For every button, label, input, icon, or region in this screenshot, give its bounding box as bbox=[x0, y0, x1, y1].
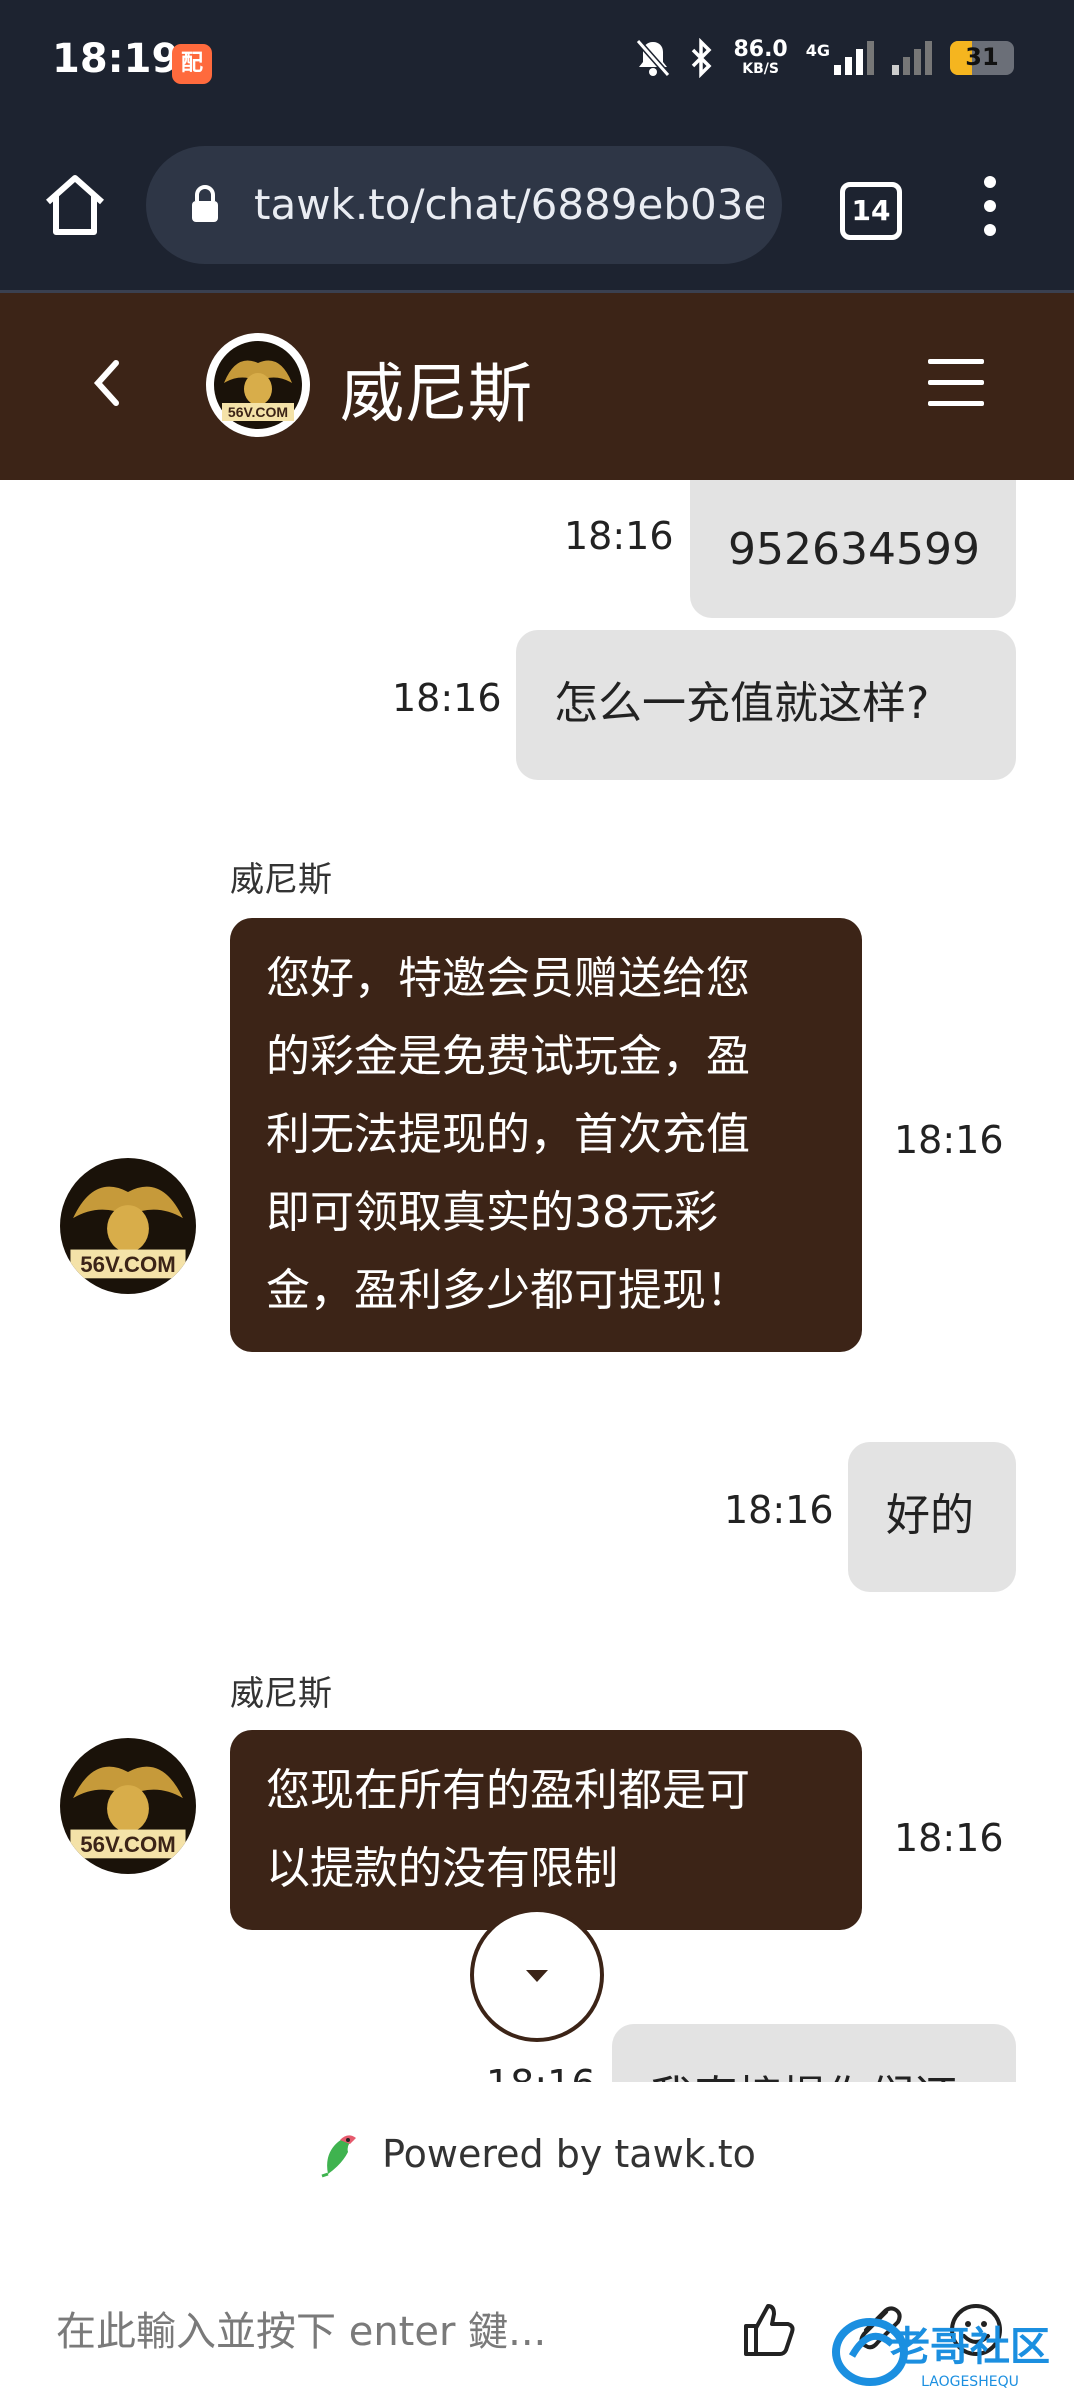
agent-message-line: 的彩金是免费试玩金，盈 bbox=[266, 1031, 750, 1082]
signal-bars-secondary-icon bbox=[892, 41, 932, 75]
agent-message-line: 即可领取真实的38元彩 bbox=[266, 1187, 718, 1238]
tawk-parrot-icon bbox=[321, 2135, 357, 2178]
signal-bars-icon bbox=[834, 41, 874, 75]
agent-name: 威尼斯 bbox=[230, 860, 332, 900]
network-speed-value: 86.0 bbox=[733, 37, 788, 62]
network-type: 4G bbox=[805, 41, 830, 60]
user-message: 好的 bbox=[848, 1442, 1016, 1592]
message-time: 18:16 bbox=[894, 1118, 1004, 1162]
user-message: 怎么一充值就这样? bbox=[516, 630, 1016, 780]
bluetooth-icon bbox=[692, 38, 712, 78]
watermark-text: 老哥社区 bbox=[890, 2324, 1050, 2370]
tab-count-button[interactable]: 14 bbox=[840, 182, 902, 240]
powered-by[interactable]: Powered by tawk.to bbox=[0, 2130, 1074, 2187]
browser-toolbar: tawk.to/chat/6889eb03e0 14 bbox=[0, 130, 1074, 293]
hamburger-menu-icon[interactable] bbox=[928, 359, 984, 409]
url-text: tawk.to/chat/6889eb03e0 bbox=[254, 180, 764, 229]
status-bar: 18:19 配 86.0 KB/S 4G 31 bbox=[0, 0, 1074, 130]
message-time: 18:16 bbox=[894, 1816, 1004, 1860]
message-input[interactable] bbox=[54, 2296, 698, 2368]
lion-logo-icon: 56V.COM bbox=[60, 1738, 196, 1874]
network-speed: 86.0 KB/S bbox=[733, 37, 788, 78]
battery-icon: 31 bbox=[950, 41, 1014, 75]
message-list[interactable]: 18:16 952634599 18:16 怎么一充值就这样? 威尼斯 56V.… bbox=[0, 480, 1074, 2082]
chat-title: 威尼斯 bbox=[340, 358, 532, 432]
agent-avatar-text: 56V.COM bbox=[80, 1832, 176, 1857]
header-avatar: 56V.COM bbox=[206, 333, 310, 437]
agent-message-line: 您好，特邀会员赠送给您 bbox=[266, 953, 750, 1004]
agent-name: 威尼斯 bbox=[230, 1674, 332, 1714]
agent-avatar: 56V.COM bbox=[60, 1158, 196, 1294]
battery-level: 31 bbox=[965, 43, 999, 71]
agent-message-line: 金，盈利多少都可提现！ bbox=[266, 1265, 750, 1316]
caret-down-icon bbox=[526, 1970, 548, 1982]
signal-4g: 4G bbox=[806, 41, 874, 75]
agent-message-line: 您现在所有的盈利都是可 bbox=[266, 1765, 750, 1816]
status-time: 18:19 bbox=[52, 36, 180, 82]
watermark-logo: 老哥社区 LAOGESHEQU bbox=[832, 2318, 1050, 2390]
user-message: 952634599 bbox=[690, 480, 1016, 618]
message-time: 18:16 bbox=[564, 514, 674, 558]
back-arrow-icon[interactable] bbox=[86, 353, 126, 413]
agent-message: 您现在所有的盈利都是可 以提款的没有限制 bbox=[230, 1730, 862, 1930]
lion-logo-icon: 56V.COM bbox=[60, 1158, 196, 1294]
scroll-to-bottom-button[interactable] bbox=[470, 1908, 604, 2042]
agent-avatar: 56V.COM bbox=[60, 1738, 196, 1874]
message-time: 18:16 bbox=[724, 1488, 834, 1532]
browser-menu-icon[interactable] bbox=[980, 176, 1000, 246]
chat-header: 56V.COM 威尼斯 bbox=[0, 293, 1074, 480]
message-time: 18:16 bbox=[392, 676, 502, 720]
powered-by-text: Powered by tawk.to bbox=[382, 2132, 756, 2176]
notification-app-icon: 配 bbox=[172, 44, 212, 84]
address-bar[interactable]: tawk.to/chat/6889eb03e0 bbox=[146, 146, 782, 264]
header-avatar-text: 56V.COM bbox=[228, 404, 288, 420]
agent-avatar-text: 56V.COM bbox=[80, 1252, 176, 1277]
agent-message-line: 以提款的没有限制 bbox=[266, 1843, 618, 1894]
user-message: 我直接提你们还 bbox=[612, 2024, 1016, 2082]
agent-message: 您好，特邀会员赠送给您 的彩金是免费试玩金，盈 利无法提现的，首次充值 即可领取… bbox=[230, 918, 862, 1352]
watermark-subtext: LAOGESHEQU bbox=[921, 2374, 1019, 2390]
lion-logo-icon: 56V.COM bbox=[214, 341, 302, 429]
message-time: 18:16 bbox=[486, 2062, 596, 2082]
agent-message-line: 利无法提现的，首次充值 bbox=[266, 1109, 750, 1160]
lock-icon bbox=[192, 185, 218, 222]
home-icon[interactable] bbox=[40, 170, 110, 240]
mute-bell-icon bbox=[636, 39, 671, 77]
network-speed-unit: KB/S bbox=[742, 61, 779, 77]
thumbs-up-icon[interactable] bbox=[736, 2298, 800, 2362]
